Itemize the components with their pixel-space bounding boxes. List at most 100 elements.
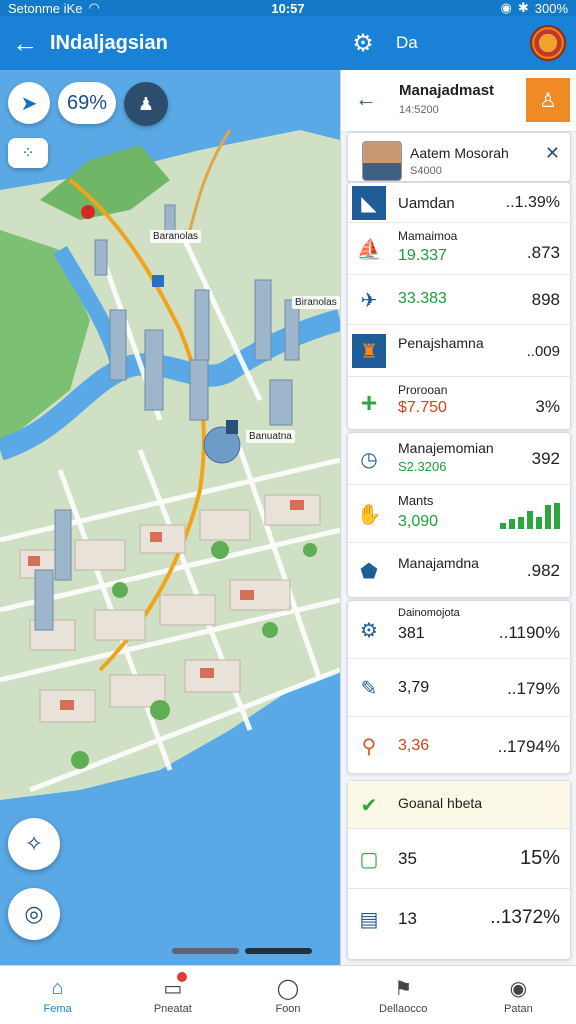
zoom-level[interactable]: 69% bbox=[58, 82, 116, 124]
profile-name: Aatem Mosorah bbox=[410, 145, 509, 161]
clock-icon: ◷ bbox=[360, 448, 378, 471]
item-value: $7.750 bbox=[398, 399, 447, 416]
item-value: 3,79 bbox=[398, 679, 430, 696]
wifi-icon: ◠ bbox=[88, 0, 100, 15]
item-change: 15% bbox=[519, 847, 560, 869]
boat-icon: ⛵ bbox=[356, 238, 382, 261]
list-item[interactable]: ▤ 13 ..1372% bbox=[348, 889, 570, 949]
navigation-button[interactable]: ➤ bbox=[8, 82, 50, 124]
card-header: ✔ Goanal hbeta bbox=[348, 781, 570, 829]
item-change: 898 bbox=[531, 290, 560, 309]
stats-card-3: ⚙ Dainomojota 381 ..1190% ✎ 3,79 ..179% … bbox=[347, 600, 571, 774]
list-item[interactable]: ⚙ Dainomojota 381 ..1190% bbox=[348, 601, 570, 659]
list-item[interactable]: ♜ Penajshamna ..009 bbox=[348, 325, 570, 377]
stats-card-4: ✔ Goanal hbeta ▢ 35 15% ▤ 13 ..1372% bbox=[347, 780, 571, 960]
search-icon: ⚲ bbox=[361, 735, 377, 758]
compass-icon: ✧ bbox=[24, 831, 44, 856]
building-icon: ♜ bbox=[352, 334, 386, 368]
item-label: Mants bbox=[398, 493, 434, 508]
status-bar: Setonme iKe ◠ 10:57 ◉ ✱ 300% bbox=[0, 0, 576, 16]
item-value: 3,090 bbox=[398, 513, 439, 530]
close-button[interactable]: ✕ bbox=[545, 143, 560, 164]
list-item[interactable]: ✎ 3,79 ..179% bbox=[348, 659, 570, 717]
item-change: 392 bbox=[531, 449, 560, 468]
item-value: 33.383 bbox=[398, 290, 447, 307]
nav-account[interactable]: ◉ Patan bbox=[461, 966, 576, 1024]
carrier-label: Setonme iKe bbox=[8, 0, 83, 16]
item-label: Penajshamna bbox=[398, 335, 484, 351]
avatar bbox=[362, 141, 402, 181]
bluetooth-icon: ✱ bbox=[517, 0, 529, 15]
map-label: Banuatna bbox=[246, 430, 295, 443]
item-change: .873 bbox=[526, 243, 560, 262]
pen-icon: ✎ bbox=[360, 677, 378, 700]
nav-home[interactable]: ⌂ Fema bbox=[0, 966, 115, 1024]
navigation-icon: ➤ bbox=[20, 92, 38, 115]
list-item[interactable]: + Prorooan $7.750 3% bbox=[348, 377, 570, 429]
list-item[interactable]: ◷ Manajemomian S2.3206 392 bbox=[348, 433, 570, 485]
battery-level: 300% bbox=[534, 0, 568, 16]
city-map[interactable]: ➤ 69% ♟ ⁘ Baranolas Biranolas Banuatna ✧… bbox=[0, 70, 340, 965]
gear-icon: ⚙ bbox=[352, 29, 374, 57]
list-item[interactable]: ▢ 35 15% bbox=[348, 829, 570, 889]
map-label: Baranolas bbox=[150, 230, 202, 243]
item-label: Uamdan bbox=[398, 195, 455, 212]
nav-label: Patan bbox=[504, 1003, 533, 1015]
document-icon: ▤ bbox=[359, 908, 379, 931]
nav-label: Dellaocco bbox=[379, 1003, 428, 1015]
nav-notifications[interactable]: ▭ Pneatat bbox=[115, 966, 230, 1024]
item-change: .982 bbox=[526, 561, 560, 580]
item-change: ..179% bbox=[507, 679, 560, 698]
user-location-button[interactable]: ♟ bbox=[124, 82, 168, 126]
panel-subheading: 14:5200 bbox=[399, 104, 439, 116]
list-item[interactable]: ✋ Mants 3,090 bbox=[348, 485, 570, 543]
stats-card-1: ◣ Uamdan ..1.39% ⛵ Mamaimoa 19.337 .873 … bbox=[347, 182, 571, 430]
item-label: Manajamdna bbox=[398, 555, 479, 571]
nav-profile[interactable]: ◯ Foon bbox=[230, 966, 345, 1024]
item-value: 19.337 bbox=[398, 247, 447, 264]
compass-button[interactable]: ✧ bbox=[8, 818, 60, 870]
item-value: 3,36 bbox=[398, 737, 430, 754]
list-item[interactable]: ⚲ 3,36 ..1794% bbox=[348, 717, 570, 775]
list-item[interactable]: ⛵ Mamaimoa 19.337 .873 bbox=[348, 223, 570, 275]
nav-label: Pneatat bbox=[153, 1003, 192, 1015]
chart-icon: ◣ bbox=[352, 186, 386, 220]
profile-card[interactable]: Aatem Mosorah S4000 ✕ bbox=[347, 132, 571, 182]
panel-title: Da bbox=[396, 33, 418, 52]
list-item[interactable]: ✈ 33.383 898 bbox=[348, 275, 570, 325]
plus-icon: + bbox=[360, 387, 378, 418]
item-change: ..009 bbox=[526, 343, 560, 360]
item-change: ..1190% bbox=[498, 623, 560, 642]
page-indicator bbox=[172, 948, 312, 954]
item-value: 35 bbox=[398, 849, 417, 868]
item-label: Prorooan bbox=[398, 383, 448, 397]
item-change: 3% bbox=[535, 397, 560, 416]
nav-reports[interactable]: ⚑ Dellaocco bbox=[346, 966, 461, 1024]
item-change: ..1794% bbox=[497, 737, 560, 756]
panel-back-button[interactable]: ← bbox=[355, 86, 377, 112]
page-dot bbox=[172, 948, 239, 954]
profile-button[interactable]: ♙ bbox=[526, 78, 570, 122]
money-icon: ✈ bbox=[360, 289, 378, 312]
item-value: S2.3206 bbox=[398, 459, 447, 474]
hands-icon: ✋ bbox=[356, 503, 382, 526]
item-change: ..1372% bbox=[490, 907, 560, 928]
layers-icon: ⁘ bbox=[21, 145, 35, 162]
card-title: Goanal hbeta bbox=[398, 795, 483, 811]
page-dot-active bbox=[245, 948, 312, 954]
list-item[interactable]: ◣ Uamdan ..1.39% bbox=[348, 183, 570, 223]
heart-icon: ⬟ bbox=[360, 560, 378, 583]
app-bar: ← INdaljagsian ⚙ Da bbox=[0, 16, 576, 70]
item-change: ..1.39% bbox=[505, 194, 560, 211]
layers-button[interactable]: ⁘ bbox=[8, 138, 48, 168]
locate-button[interactable]: ◎ bbox=[8, 888, 60, 940]
gear-icon: ⚙ bbox=[360, 619, 378, 642]
target-icon: ◎ bbox=[24, 901, 44, 926]
list-item[interactable]: ⬟ Manajamdna .982 bbox=[348, 543, 570, 599]
item-value: 13 bbox=[398, 909, 417, 928]
settings-button[interactable]: ⚙ bbox=[348, 28, 378, 58]
map-label: Biranolas bbox=[292, 296, 340, 309]
back-button[interactable]: ← bbox=[0, 16, 50, 70]
person-icon: ♟ bbox=[137, 93, 155, 114]
panel-heading: Manajadmast bbox=[399, 82, 495, 99]
